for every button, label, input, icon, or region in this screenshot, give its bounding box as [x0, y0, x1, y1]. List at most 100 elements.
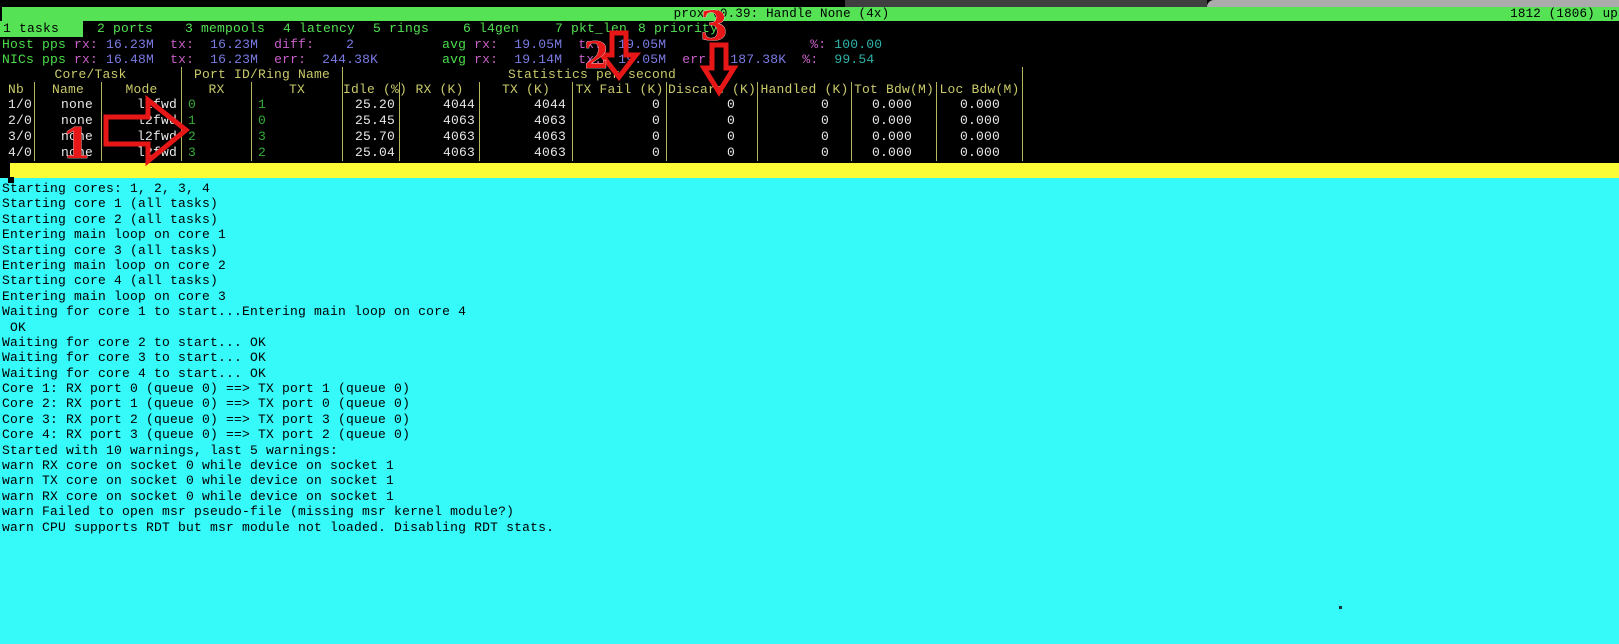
stat-segment: rx:: [474, 37, 514, 52]
table-cell: 0: [667, 145, 758, 161]
stat-segment: rx:: [474, 52, 514, 67]
table-cell: none: [35, 97, 102, 113]
log-area: Starting cores: 1, 2, 3, 4Starting core …: [0, 178, 1619, 644]
log-line: Core 1: RX port 0 (queue 0) ==> TX port …: [0, 381, 1619, 396]
tab-5-rings[interactable]: 5 rings: [373, 21, 429, 37]
table-row: 2/0nonel2fwd1025.45406340630000.0000.000: [0, 113, 1023, 129]
tab-2-ports[interactable]: 2 ports: [97, 21, 153, 37]
table-cell: 0: [573, 129, 667, 145]
table-cell: l2fwd: [102, 129, 182, 145]
table-body: 1/0nonel2fwd0125.20404440440000.0000.000…: [0, 97, 1023, 161]
table-cell: 4063: [400, 145, 480, 161]
log-line: Waiting for core 2 to start... OK: [0, 335, 1619, 350]
log-line: Waiting for core 3 to start... OK: [0, 350, 1619, 365]
stat-segment: [154, 52, 170, 67]
stat-segment: [562, 37, 578, 52]
log-line: Starting core 1 (all tasks): [0, 196, 1619, 211]
column-header: Discard (K): [667, 82, 758, 97]
stats-line-host: Host pps rx: 16.23M tx: 16.23M diff: 2 a…: [2, 37, 882, 52]
table-cell: l2fwd: [102, 113, 182, 129]
stat-segment: 16.48M: [106, 52, 154, 67]
column-header: Idle (%): [343, 82, 400, 97]
stat-segment: [154, 37, 170, 52]
table-cell: 0.000: [852, 113, 937, 129]
table-cell: 3/0: [0, 129, 35, 145]
group-core-task: Core/Task: [0, 67, 182, 82]
tab-8-priority[interactable]: 8 priority: [638, 21, 718, 37]
tab-1-tasks[interactable]: 1 tasks: [0, 21, 83, 37]
divider-band: [10, 163, 1619, 178]
stat-segment: %:: [802, 52, 834, 67]
stat-segment: tx:: [170, 37, 210, 52]
stat-segment: avg: [442, 37, 474, 52]
table-cell: 0: [667, 129, 758, 145]
group-statistics: Statistics per second: [343, 67, 1022, 82]
log-line: warn RX core on socket 0 while device on…: [0, 489, 1619, 504]
table-cell: 2: [182, 129, 252, 145]
table-cell: 1/0: [0, 97, 35, 113]
stat-segment: [666, 37, 810, 52]
stat-segment: rx:: [74, 37, 106, 52]
column-header: TX Fail (K): [573, 82, 667, 97]
table-cell: 0.000: [937, 129, 1023, 145]
stat-segment: 100.00: [834, 37, 882, 52]
stat-segment: [258, 52, 274, 67]
table-cell: 0: [758, 113, 852, 129]
table-cell: 0: [573, 145, 667, 161]
tab-6-l4gen[interactable]: 6 l4gen: [463, 21, 519, 37]
column-header: Loc Bdw(M): [937, 82, 1023, 97]
table-cell: 4063: [480, 129, 573, 145]
table-column-header: NbNameModeRXTXIdle (%)RX (K)TX (K)TX Fai…: [0, 82, 1023, 97]
table-cell: 0.000: [852, 129, 937, 145]
table-cell: 0.000: [937, 145, 1023, 161]
table-cell: 2/0: [0, 113, 35, 129]
table-cell: 4063: [480, 145, 573, 161]
stat-segment: err:: [682, 52, 730, 67]
table-cell: 3: [252, 129, 343, 145]
table-cell: 0: [758, 97, 852, 113]
stat-segment: err:: [274, 52, 322, 67]
stat-segment: 19.14M: [514, 52, 562, 67]
stat-segment: tx:: [170, 52, 210, 67]
tab-4-latency[interactable]: 4 latency: [283, 21, 355, 37]
stat-segment: [786, 52, 802, 67]
table-cell: 0: [758, 145, 852, 161]
table-cell: 3: [182, 145, 252, 161]
table-cell: l2fwd: [102, 97, 182, 113]
stat-segment: 16.23M: [210, 37, 258, 52]
tab-3-mempools[interactable]: 3 mempools: [185, 21, 265, 37]
prox-terminal: prox v0.39: Handle None (4x) 1812 (1806)…: [0, 0, 1619, 644]
table-cell: 0.000: [937, 113, 1023, 129]
column-header: RX: [182, 82, 252, 97]
table-cell: 0: [182, 97, 252, 113]
stats-line-nics: NICs pps rx: 16.48M tx: 16.23M err: 244.…: [2, 52, 874, 67]
column-header: RX (K): [400, 82, 480, 97]
table-cell: 4063: [400, 113, 480, 129]
core-task-table: Core/Task Port ID/Ring Name Statistics p…: [0, 67, 1023, 161]
tab-7-pkt_len[interactable]: 7 pkt_len: [555, 21, 627, 37]
log-line: Waiting for core 4 to start... OK: [0, 366, 1619, 381]
tab-bar: 1 tasks 2 ports 3 mempools 4 latency 5 rings…: [0, 21, 1619, 37]
table-cell: 0.000: [937, 97, 1023, 113]
table-cell: 0: [573, 97, 667, 113]
table-row: 1/0nonel2fwd0125.20404440440000.0000.000: [0, 97, 1023, 113]
stat-segment: 2: [314, 37, 354, 52]
log-line: Started with 10 warnings, last 5 warning…: [0, 443, 1619, 458]
log-line: Waiting for core 1 to start...Entering m…: [0, 304, 1619, 319]
table-cell: 4063: [400, 129, 480, 145]
group-port-id: Port ID/Ring Name: [182, 67, 343, 82]
table-cell: 4063: [480, 113, 573, 129]
table-cell: 0: [667, 113, 758, 129]
table-row: 3/0nonel2fwd2325.70406340630000.0000.000: [0, 129, 1023, 145]
table-cell: l2fwd: [102, 145, 182, 161]
title-bar: prox v0.39: Handle None (4x) 1812 (1806)…: [0, 7, 1619, 21]
table-cell: 0: [758, 129, 852, 145]
column-header: Mode: [102, 82, 182, 97]
table-cell: 25.04: [343, 145, 400, 161]
table-cell: 0: [252, 113, 343, 129]
table-cell: none: [35, 113, 102, 129]
log-line: warn TX core on socket 0 while device on…: [0, 473, 1619, 488]
table-cell: 25.45: [343, 113, 400, 129]
stat-segment: Host pps: [2, 37, 74, 52]
table-cell: 0: [667, 97, 758, 113]
